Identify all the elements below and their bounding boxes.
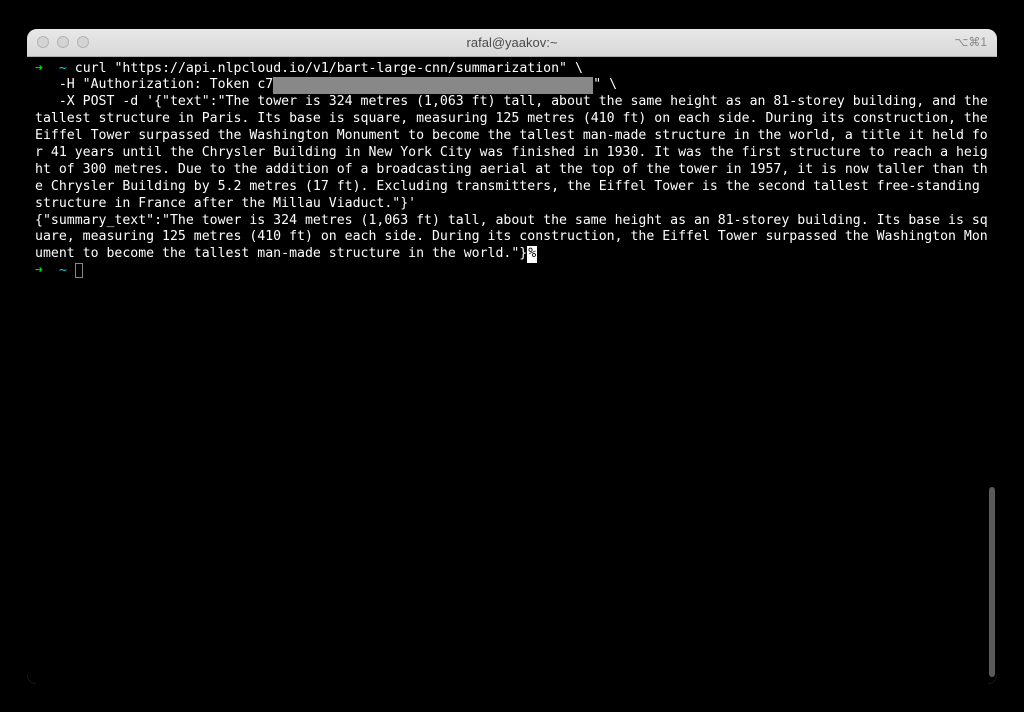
tab-indicator: ⌥⌘1 [954,35,987,49]
prompt-path-2: ~ [59,263,67,278]
terminal-content[interactable]: ➜ ~ curl "https://api.nlpcloud.io/v1/bar… [27,57,997,684]
cursor [75,263,83,278]
end-marker: % [527,246,537,263]
prompt-arrow: ➜ [35,61,43,76]
maximize-button[interactable] [77,36,89,48]
prompt-arrow-2: ➜ [35,263,43,278]
command-line-1: curl "https://api.nlpcloud.io/v1/bart-la… [75,61,583,76]
redacted-token [273,77,593,94]
titlebar[interactable]: rafal@yaakov:~ ⌥⌘1 [27,29,997,57]
traffic-lights [37,36,89,48]
response-output: {"summary_text":"The tower is 324 metres… [35,213,988,262]
command-line-3: -X POST -d '{"text":"The tower is 324 me… [35,94,996,210]
scrollbar[interactable] [989,487,995,677]
command-line-2-suffix: " \ [593,77,617,92]
minimize-button[interactable] [57,36,69,48]
window-title: rafal@yaakov:~ [467,35,558,50]
close-button[interactable] [37,36,49,48]
prompt-path: ~ [59,61,67,76]
terminal-window: rafal@yaakov:~ ⌥⌘1 ➜ ~ curl "https://api… [27,29,997,684]
command-line-2-prefix: -H "Authorization: Token c7 [35,77,273,92]
